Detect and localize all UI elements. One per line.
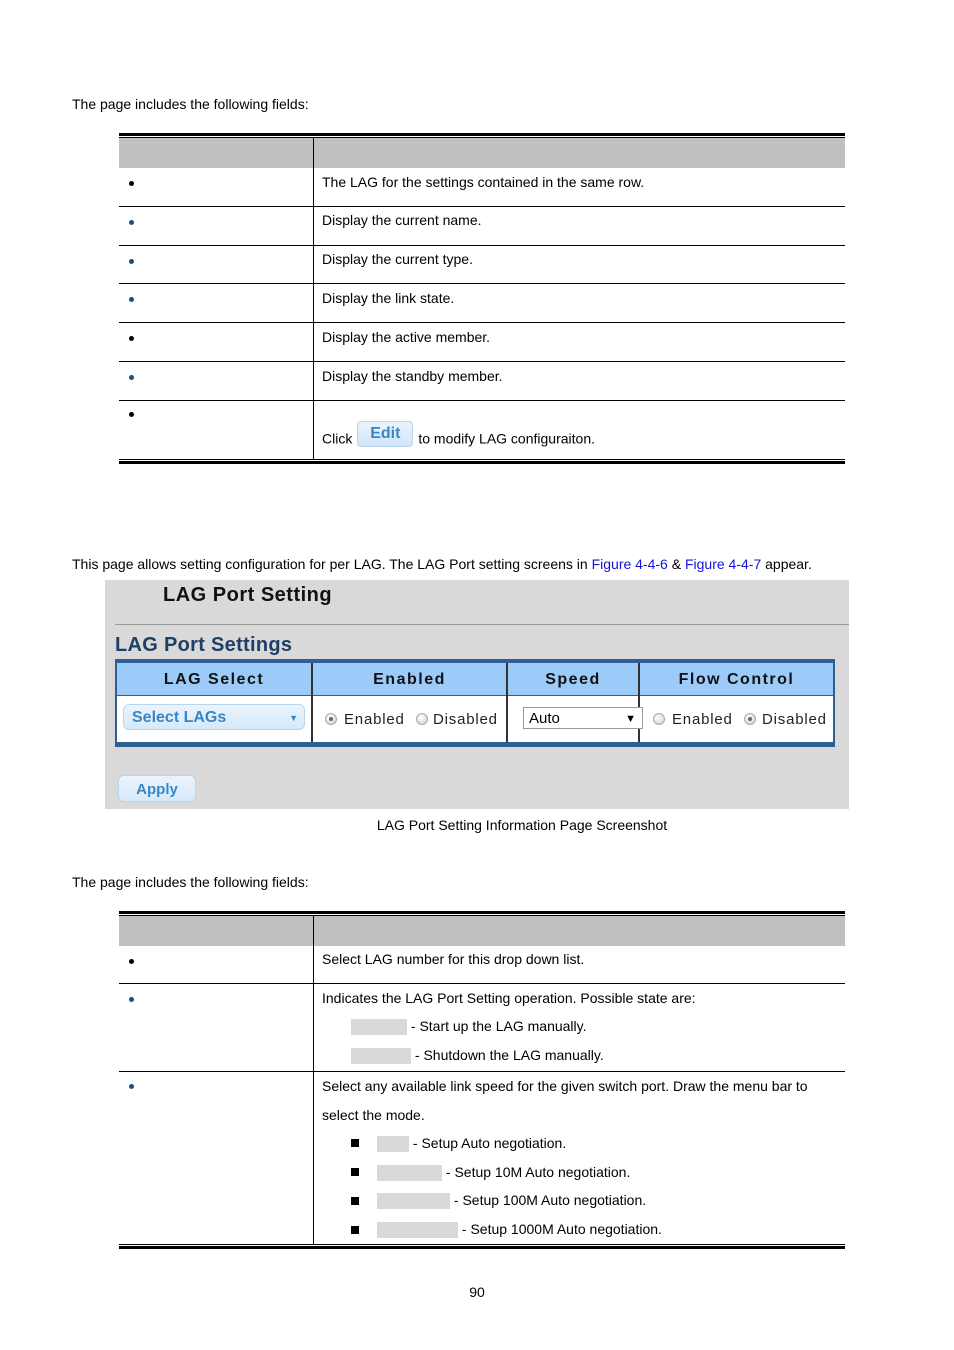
column-header-speed: Speed [545,671,601,688]
table-bottom-rule-thin [119,459,845,460]
bullet-icon [129,959,134,964]
bullet-icon [129,220,134,225]
intro-text-3: The page includes the following fields: [72,874,309,890]
bullet-icon [129,336,134,341]
option-description: - Setup Auto negotiation. [412,1135,567,1151]
disabled-radio[interactable] [416,713,428,725]
table-bottom-rule [119,461,845,464]
option-description: - Setup 1000M Auto negotiation. [461,1221,662,1237]
table-row: Display the active member. [119,323,845,362]
table-row: Display the current name. [119,207,845,246]
dropdown-arrow-icon: ▼ [625,713,636,725]
bullet-icon [129,412,134,417]
intro-text: The page includes the following fields: [72,96,309,112]
edit-button[interactable]: Edit [357,421,414,447]
table-header [119,138,845,168]
settings-grid: LAG Select Enabled Speed Flow Control Se… [115,659,835,747]
row-description: Indicates the LAG Port Setting operation… [322,990,696,1006]
apply-button[interactable]: Apply [118,775,196,802]
bullet-icon [129,375,134,380]
table-row: Display the standby member. [119,362,845,401]
option-description: - Start up the LAG manually. [410,1018,587,1034]
square-bullet-icon [351,1168,359,1176]
bullet-icon [129,297,134,302]
option-description: - Setup 10M Auto negotiation. [445,1164,631,1180]
column-header-flow-control: Flow Control [678,671,795,688]
table-bottom-rule [119,1246,845,1249]
row-description-prefix: Click [322,430,353,447]
flow-control-disabled-label: Disabled [762,711,827,728]
figure-link-1[interactable]: Figure 4-4-6 [592,556,668,572]
section-title: LAG Port Settings [115,634,293,656]
lag-select-value: Select LAGs [132,709,227,726]
row-description: Display the current name. [322,212,482,228]
bullet-icon [129,259,134,264]
enabled-radio-label: Enabled [344,711,405,728]
option-placeholder [351,1048,411,1065]
bullet-icon [129,1084,134,1089]
row-description: select the mode. [322,1107,425,1123]
intro-text-part: This page allows setting configuration f… [72,556,592,572]
intro-text-part: & [667,556,685,572]
row-description: The LAG for the settings contained in th… [322,174,645,190]
dropdown-arrow-icon: ▼ [289,713,298,723]
speed-select-value: Auto [529,710,560,727]
row-description: Display the link state. [322,290,455,306]
option-placeholder [351,1019,407,1036]
bullet-icon [129,997,134,1002]
table-row: Display the current type. [119,246,845,284]
table-top-rule [119,911,845,914]
disabled-radio-label: Disabled [433,711,498,728]
flow-control-enabled-label: Enabled [672,711,733,728]
row-description: Display the active member. [322,329,491,345]
table-row: Display the link state. [119,284,845,323]
table-header [119,916,845,946]
column-header-lag-select: LAG Select [163,671,265,688]
square-bullet-icon [351,1139,359,1147]
option-description: - Setup 100M Auto negotiation. [453,1192,647,1208]
column-header-enabled: Enabled [373,671,446,688]
row-description: Select LAG number for this drop down lis… [322,951,585,967]
option-description: - Shutdown the LAG manually. [414,1047,604,1063]
page-number: 90 [469,1284,485,1300]
table-row: The LAG for the settings contained in th… [119,168,845,207]
square-bullet-icon [351,1226,359,1234]
table-row: Indicates the LAG Port Setting operation… [119,984,845,1072]
flow-control-enabled-radio[interactable] [653,713,665,725]
intro-text-part: appear. [761,556,812,572]
screen-title: LAG Port Setting [163,584,333,606]
square-bullet-icon [351,1197,359,1205]
flow-control-disabled-radio[interactable] [744,713,756,725]
divider [115,624,849,625]
bullet-icon [129,181,134,186]
figure-link-2[interactable]: Figure 4-4-7 [685,556,761,572]
option-placeholder [377,1136,409,1153]
enabled-radio[interactable] [325,713,337,725]
table-bottom-rule-thin [119,1244,845,1245]
row-description: Display the current type. [322,251,473,267]
row-description: Select any available link speed for the … [322,1078,808,1094]
table-top-rule [119,133,845,136]
figure-caption: LAG Port Setting Information Page Screen… [376,817,668,833]
table-row: Select LAG number for this drop down lis… [119,946,845,984]
option-placeholder [377,1165,442,1182]
option-placeholder [377,1193,450,1210]
speed-select[interactable]: Auto ▼ [523,707,643,729]
lag-select-dropdown[interactable]: Select LAGs ▼ [123,704,305,730]
table-row: Select any available link speed for the … [119,1072,845,1245]
lag-port-setting-screenshot: LAG Port Setting LAG Port Settings LAG S… [105,580,849,809]
intro-text-2: This page allows setting configuration f… [72,556,812,573]
row-description-suffix: to modify LAG configuraiton. [418,430,595,447]
table-row: Click Edit to modify LAG configuraiton. [119,401,845,460]
row-description: Display the standby member. [322,368,503,384]
option-placeholder [377,1222,458,1239]
